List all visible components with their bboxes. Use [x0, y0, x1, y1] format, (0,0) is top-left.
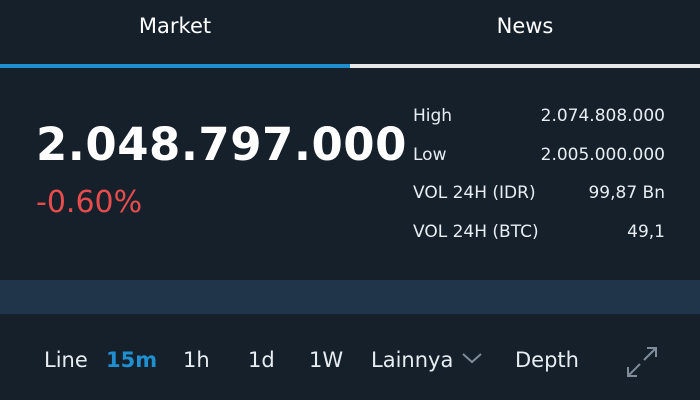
chevron-down-icon[interactable] — [460, 350, 484, 366]
market-stats: High 2.074.808.000 Low 2.005.000.000 VOL… — [413, 106, 665, 260]
stat-row-high: High 2.074.808.000 — [413, 106, 665, 145]
chart-toolbar: Line 15m 1h 1d 1W Lainnya Depth — [0, 314, 700, 400]
tab-market[interactable]: Market — [0, 0, 350, 68]
depth-chart-button[interactable]: Depth — [515, 348, 579, 372]
tab-news-label: News — [496, 14, 554, 38]
interval-15m-button[interactable]: 15m — [106, 348, 157, 372]
stat-label-low: Low — [413, 144, 447, 165]
stat-row-vol-btc: VOL 24H (BTC) 49,1 — [413, 222, 665, 261]
expand-icon[interactable] — [624, 344, 660, 380]
price-change-percent: -0.60% — [36, 185, 143, 220]
stat-label-vol-btc: VOL 24H (BTC) — [413, 221, 539, 242]
stat-row-low: Low 2.005.000.000 — [413, 145, 665, 184]
stat-label-vol-idr: VOL 24H (IDR) — [413, 183, 536, 203]
tab-market-label: Market — [138, 14, 212, 38]
price-summary: 2.048.797.000 -0.60% High 2.074.808.000 … — [0, 68, 700, 280]
interval-1w-button[interactable]: 1W — [309, 348, 343, 372]
tab-news[interactable]: News — [350, 0, 700, 68]
stat-value-high: 2.074.808.000 — [540, 106, 665, 126]
interval-1d-button[interactable]: 1d — [248, 348, 275, 372]
stat-label-high: High — [413, 106, 453, 126]
chart-type-line-button[interactable]: Line — [44, 348, 88, 372]
stat-value-low: 2.005.000.000 — [540, 144, 665, 165]
more-intervals-dropdown[interactable]: Lainnya — [371, 348, 453, 372]
stat-row-vol-idr: VOL 24H (IDR) 99,87 Bn — [413, 183, 665, 222]
section-divider — [0, 280, 700, 314]
interval-1h-button[interactable]: 1h — [183, 348, 210, 372]
stat-value-vol-idr: 99,87 Bn — [588, 183, 665, 203]
stat-value-vol-btc: 49,1 — [627, 221, 665, 242]
last-price: 2.048.797.000 — [36, 118, 407, 171]
tab-bar: Market News — [0, 0, 700, 68]
